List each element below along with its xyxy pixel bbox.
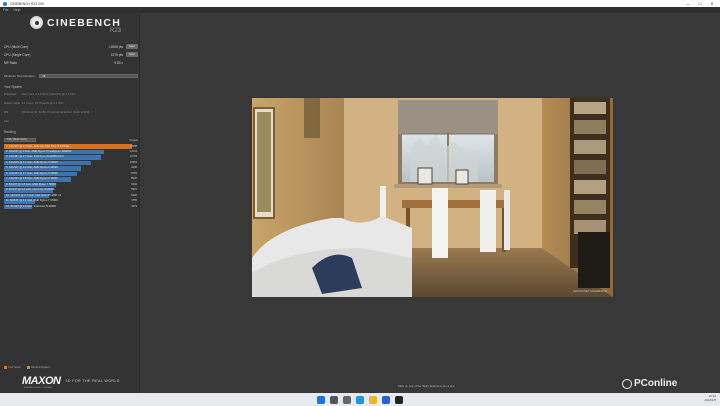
start-multi-core-button[interactable]: Start bbox=[126, 44, 138, 49]
ranking-item-score: 11763 bbox=[129, 155, 137, 159]
maximize-button[interactable]: ☐ bbox=[694, 0, 706, 7]
score-value: 9.83 x bbox=[114, 60, 123, 65]
render-scene bbox=[252, 98, 613, 297]
brand-version: R23 bbox=[110, 28, 122, 34]
score-value: 15508 pts bbox=[108, 44, 123, 49]
minimize-button[interactable]: — bbox=[682, 0, 694, 7]
edge-browser-icon[interactable] bbox=[356, 395, 364, 404]
ranking-item-label: 4. 16C/32T @ 3.4 GHz, AMD Ryzen 9 5950X bbox=[6, 160, 58, 164]
system-row-cores: Cores x GHz 14 Cores, 20 Threads @ 2.3 G… bbox=[4, 101, 64, 105]
score-row-multi-core: CPU (Multi Core) 15508 pts Start bbox=[4, 43, 138, 50]
maxon-subtitle: A NEMETSCHEK COMPANY bbox=[24, 387, 53, 389]
status-text: Click on one of the 'Start' buttons to r… bbox=[398, 384, 456, 388]
store-icon[interactable] bbox=[382, 395, 390, 404]
ranking-item-score: 10563 bbox=[129, 160, 137, 164]
ranking-item-score: 12134 bbox=[129, 149, 137, 153]
legend-swatch bbox=[26, 366, 30, 369]
pconline-text: PConline bbox=[634, 378, 678, 389]
maxon-logo: MAXON bbox=[22, 375, 61, 387]
brand-name: CINEBENCH bbox=[47, 16, 122, 29]
cinebench-logo-icon bbox=[30, 16, 43, 29]
ranking-item-score: 3755 bbox=[131, 199, 137, 203]
ranking-item-score: 8781 bbox=[131, 171, 137, 175]
ranking-item-label: 9. 8C/16T @ 3.6 GHz, Intel Core i9-9900K bbox=[6, 188, 55, 192]
taskbar bbox=[0, 393, 720, 406]
render-watermark: MAXON.NET/CINEBENCH bbox=[573, 289, 607, 293]
score-value: 1578 pts bbox=[110, 52, 123, 57]
ranking-item-label: 8. 8C/16T @ 3.8 GHz, AMD Ryzen 7 5800X bbox=[6, 182, 57, 186]
cinebench-logo: CINEBENCH R23 bbox=[30, 16, 122, 34]
system-row-os: OS Windows 10, 64 Bit, Professional Edit… bbox=[4, 110, 90, 114]
ranking-item-label: 11. 8C/16T @ 3.4 GHz, AMD Ryzen 7 1700X bbox=[6, 199, 58, 203]
window-controls: — ☐ ✕ bbox=[682, 0, 718, 7]
score-label: CPU (Multi Core) bbox=[4, 44, 29, 49]
tray-date: 2022/1/5 bbox=[704, 398, 716, 402]
maxon-tagline: 3D FOR THE REAL WORLD bbox=[65, 379, 120, 383]
task-view-icon[interactable] bbox=[343, 395, 351, 404]
ranking-item-score: 6302 bbox=[131, 182, 137, 186]
menu-file[interactable]: File bbox=[3, 8, 8, 12]
search-icon[interactable] bbox=[330, 395, 338, 404]
ranking-item-score: 5915 bbox=[131, 188, 137, 192]
cinebench-app-icon bbox=[3, 1, 7, 6]
system-row-processor: Processor Intel Core i7-12700H (14C/20T)… bbox=[4, 92, 76, 96]
score-row-mp-ratio: MP Ratio 9.83 x bbox=[4, 59, 138, 66]
ranking-item-score: 9300 bbox=[131, 166, 137, 170]
ranking-section-title: Ranking bbox=[4, 130, 16, 134]
score-label: MP Ratio bbox=[4, 60, 18, 65]
ranking-header: CPU (Multi Core) Details bbox=[4, 137, 138, 142]
ranking-item-score: 15508 bbox=[129, 144, 137, 148]
ranking-item-score: 8000 bbox=[131, 177, 137, 181]
score-label: CPU (Single Core) bbox=[4, 52, 31, 57]
legend-identical-system: Identical System bbox=[26, 366, 50, 369]
ranking-legend: Your Score Identical System bbox=[4, 366, 50, 369]
window-title: CINEBENCH R23.200 bbox=[10, 1, 44, 6]
system-section-title: Your System bbox=[4, 85, 22, 89]
system-tray: 10:22 2022/1/5 bbox=[704, 394, 716, 402]
windows-start-icon[interactable] bbox=[317, 395, 325, 404]
close-button[interactable]: ✕ bbox=[706, 0, 718, 7]
ranking-item-score: 5426 bbox=[131, 193, 137, 197]
window-titlebar: CINEBENCH R23.200 — ☐ ✕ bbox=[0, 0, 720, 7]
cinebench-icon[interactable] bbox=[395, 395, 403, 404]
menu-help[interactable]: Help bbox=[13, 8, 20, 12]
min-duration-select[interactable]: Off bbox=[38, 73, 138, 78]
legend-swatch bbox=[4, 366, 7, 369]
ranking-item-label: 10. 12C/24T @ 2.7 GHz, Intel Xeon E5-269… bbox=[6, 193, 61, 197]
details-button[interactable]: Details bbox=[129, 138, 138, 142]
min-duration-row: Minimum Test Duration Off bbox=[4, 73, 138, 78]
ranking-select[interactable]: CPU (Multi Core) bbox=[4, 137, 36, 142]
file-explorer-icon[interactable] bbox=[369, 395, 377, 404]
score-row-single-core: CPU (Single Core) 1578 pts Start bbox=[4, 51, 138, 58]
ranking-item-label: 3. 24C/48T @ 2.7 GHz, Intel Xeon W-3265M… bbox=[6, 155, 64, 159]
ranking-item-label: 7. 12C/24T @ 3.8 GHz, AMD Ryzen 9 3900X bbox=[6, 177, 58, 181]
ranking-item-label: 12. 6C/12T @ 2.9 GHz, Intel Core i5-1040… bbox=[6, 204, 56, 208]
ranking-list: 1. 14C/20T @ 2.3 GHz, 12th Gen Intel Cor… bbox=[4, 144, 138, 210]
ranking-item[interactable]: 12. 6C/12T @ 2.9 GHz, Intel Core i5-1040… bbox=[4, 204, 138, 210]
min-duration-label: Minimum Test Duration bbox=[4, 73, 35, 78]
maxon-branding: MAXON 3D FOR THE REAL WORLD A NEMETSCHEK… bbox=[22, 375, 120, 389]
legend-your-score: Your Score bbox=[4, 366, 21, 369]
ranking-item-label: 1. 14C/20T @ 2.3 GHz, 12th Gen Intel Cor… bbox=[6, 144, 70, 148]
ranking-item-label: 5. 16C/32T @ 3.4 GHz, AMD Ryzen 9 3950X bbox=[6, 166, 58, 170]
pconline-watermark: PConline bbox=[622, 378, 677, 389]
ranking-item-score: 3379 bbox=[131, 204, 137, 208]
ranking-item-label: 2. 32C/64T @ 3 GHz, AMD Ryzen Threadripp… bbox=[6, 149, 72, 153]
system-row-info: Info bbox=[4, 119, 9, 123]
render-preview-image: MAXON.NET/CINEBENCH bbox=[252, 98, 613, 297]
ranking-item-label: 6. 12C/24T @ 3.7 GHz, AMD Ryzen 9 5900X bbox=[6, 171, 58, 175]
start-single-core-button[interactable]: Start bbox=[126, 52, 138, 57]
pconline-logo-icon bbox=[622, 378, 632, 389]
